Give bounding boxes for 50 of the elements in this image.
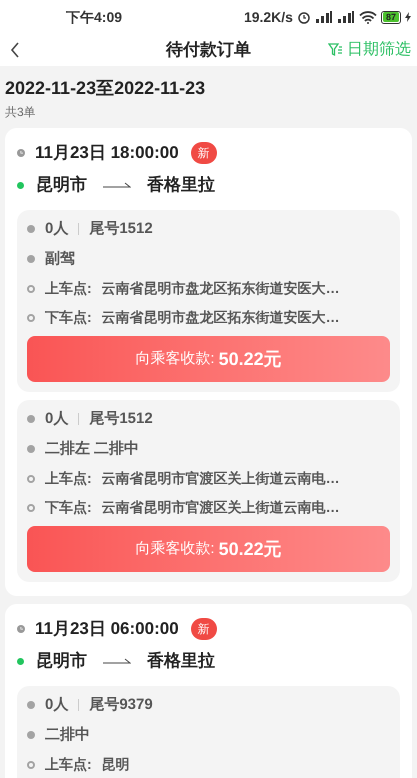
date-filter-button[interactable]: 日期筛选 <box>328 38 411 62</box>
page-title: 待付款订单 <box>166 38 251 61</box>
location-icon <box>27 284 35 292</box>
location-icon <box>27 760 35 768</box>
passenger-count: 0人 <box>45 694 68 715</box>
new-badge: 新 <box>190 142 217 164</box>
battery-indicator: 87 <box>380 10 401 24</box>
dropoff-address: 云南省昆明市盘龙区拓东街道安医大… <box>102 308 340 327</box>
filter-icon <box>328 42 343 56</box>
location-icon <box>27 474 35 482</box>
seat-text: 副驾 <box>45 248 75 269</box>
dropoff-label: 下车点: <box>45 498 92 517</box>
clock-icon <box>17 625 25 633</box>
new-badge: 新 <box>190 618 217 640</box>
pickup-label: 上车点: <box>45 279 92 298</box>
order-count: 共3单 <box>5 104 37 121</box>
signal-icon <box>336 11 355 23</box>
dropoff-label: 下车点: <box>45 308 92 327</box>
pickup-label: 上车点: <box>45 469 92 488</box>
wifi-icon <box>358 10 377 24</box>
seat-text: 二排中 <box>45 724 90 745</box>
departure-time: 11月23日 06:00:00 <box>35 618 179 640</box>
pickup-label: 上车点: <box>45 755 92 774</box>
departure-time: 11月23日 18:00:00 <box>35 142 179 164</box>
alarm-icon <box>296 10 311 24</box>
signal-icon <box>314 11 333 23</box>
location-icon <box>27 314 35 322</box>
passenger-count: 0人 <box>45 218 68 239</box>
pickup-address: 云南省昆明市官渡区关上街道云南电… <box>102 469 340 488</box>
tail-number: 尾号1512 <box>89 408 153 429</box>
passenger-count: 0人 <box>45 408 68 429</box>
location-icon <box>27 504 35 512</box>
collect-payment-button[interactable]: 向乘客收款: 50.22元 <box>27 526 390 572</box>
pickup-address: 云南省昆明市盘龙区拓东街道安医大… <box>102 279 340 298</box>
clock-icon <box>17 149 25 157</box>
charging-icon <box>405 12 411 22</box>
destination-city: 香格里拉 <box>147 650 215 672</box>
dropoff-address: 云南省昆明市官渡区关上街道云南电… <box>102 498 340 517</box>
status-time: 下午4:09 <box>66 8 122 26</box>
destination-city: 香格里拉 <box>147 174 215 196</box>
back-icon[interactable] <box>10 42 20 58</box>
collect-payment-button[interactable]: 向乘客收款: 50.22元 <box>27 336 390 382</box>
date-range: 2022-11-23至2022-11-23 <box>5 77 206 100</box>
origin-city: 昆明市 <box>36 650 87 672</box>
tail-number: 尾号9379 <box>89 694 153 715</box>
origin-city: 昆明市 <box>36 174 87 196</box>
tail-number: 尾号1512 <box>89 218 153 239</box>
pickup-address: 昆明 <box>102 755 130 774</box>
seat-text: 二排左 二排中 <box>45 438 140 459</box>
network-speed: 19.2K/s <box>244 8 293 26</box>
